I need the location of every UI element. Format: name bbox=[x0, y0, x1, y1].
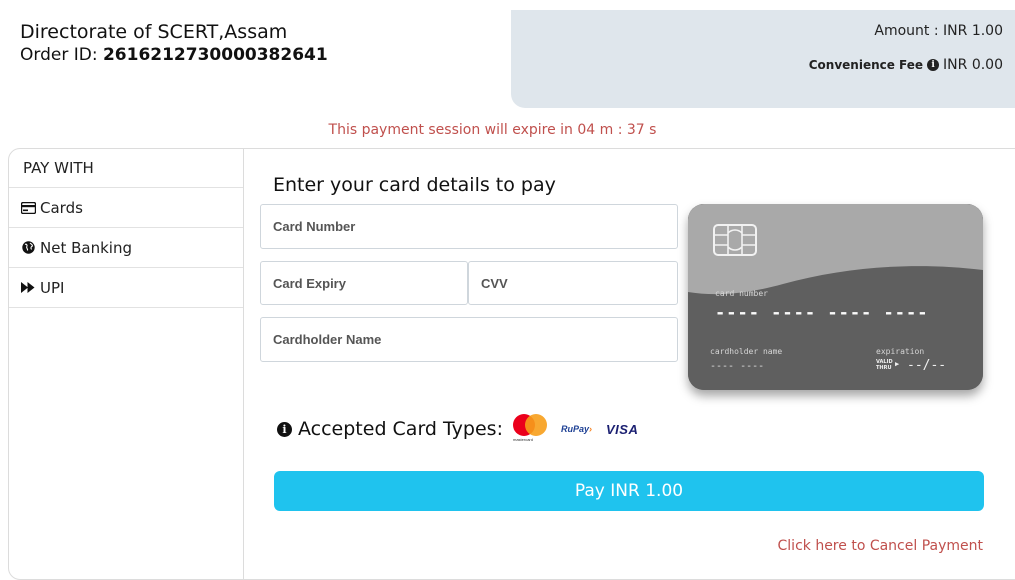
convenience-fee-value: INR 0.00 bbox=[943, 57, 1003, 73]
merchant-info: Directorate of SCERT,Assam Order ID: 261… bbox=[20, 20, 328, 66]
valid-thru-label: VALID THRU bbox=[876, 359, 893, 371]
convenience-fee-label: Convenience Fee bbox=[808, 58, 924, 72]
card-number-mask: ---- ---- ---- ---- bbox=[715, 303, 929, 323]
accepted-card-types-label: Accepted Card Types: bbox=[298, 418, 503, 440]
payment-panel: PAY WITH Cards Net Banking UPI Enter you… bbox=[8, 148, 1015, 580]
sidebar-item-cards[interactable]: Cards bbox=[9, 188, 243, 228]
sidebar-item-net-banking[interactable]: Net Banking bbox=[9, 228, 243, 268]
sidebar-item-label: Cards bbox=[40, 198, 83, 217]
order-id: 261621273000038264​1 bbox=[102, 45, 328, 65]
cardholder-label: cardholder name bbox=[710, 347, 783, 356]
pay-with-heading: PAY WITH bbox=[9, 149, 243, 188]
order-line: Order ID: 261621273000038264​1 bbox=[20, 44, 328, 66]
card-expiry-input[interactable]: Card Expiry bbox=[260, 261, 468, 305]
merchant-name: Directorate of SCERT,Assam bbox=[20, 21, 288, 43]
convenience-fee-line: Convenience Fee i INR 0.00 bbox=[809, 57, 1003, 73]
accepted-card-types: i Accepted Card Types: mastercard RuPay›… bbox=[277, 414, 638, 444]
expiry-mask: --/-- bbox=[907, 358, 947, 373]
sidebar-item-upi[interactable]: UPI bbox=[9, 268, 243, 308]
cancel-payment-link[interactable]: Click here to Cancel Payment bbox=[778, 538, 983, 554]
card-brand-logos: mastercard RuPay› VISA bbox=[512, 414, 639, 444]
sidebar-item-label: UPI bbox=[40, 278, 65, 297]
session-timer-text: This payment session will expire in 04 m… bbox=[328, 122, 657, 138]
session-timer: This payment session will expire in 04 m… bbox=[0, 122, 1015, 138]
rupay-logo: RuPay› bbox=[560, 424, 592, 434]
mastercard-logo: mastercard bbox=[512, 414, 547, 444]
cardholder-name-input[interactable]: Cardholder Name bbox=[260, 317, 678, 362]
amount-panel: Amount : INR 1.00 Convenience Fee i INR … bbox=[511, 10, 1015, 108]
card-form-title: Enter your card details to pay bbox=[273, 174, 556, 196]
cardholder-mask: ---- ---- bbox=[710, 361, 765, 372]
info-icon[interactable]: i bbox=[927, 59, 940, 71]
expiration-label: expiration bbox=[876, 347, 925, 356]
payment-method-sidebar: PAY WITH Cards Net Banking UPI bbox=[9, 149, 244, 579]
card-number-input[interactable]: Card Number bbox=[260, 204, 678, 249]
play-arrow-icon: ▶ bbox=[895, 360, 900, 368]
info-icon: i bbox=[277, 421, 292, 437]
chip-icon bbox=[713, 224, 757, 256]
mastercard-text: mastercard bbox=[512, 437, 533, 442]
amount-text: Amount : INR 1.00 bbox=[874, 23, 1003, 39]
card-preview: card number ---- ---- ---- ---- cardhold… bbox=[688, 204, 983, 390]
credit-card-icon bbox=[20, 201, 36, 215]
rupay-text: RuPay bbox=[560, 424, 589, 434]
fast-forward-icon bbox=[20, 281, 36, 295]
globe-icon bbox=[20, 241, 36, 255]
order-id-label: Order ID: bbox=[20, 45, 98, 65]
visa-logo: VISA bbox=[606, 421, 639, 437]
cvv-input[interactable]: CVV bbox=[468, 261, 678, 305]
pay-button[interactable]: Pay INR 1.00 bbox=[274, 471, 984, 511]
card-number-label: card number bbox=[715, 289, 768, 298]
sidebar-item-label: Net Banking bbox=[40, 238, 132, 257]
